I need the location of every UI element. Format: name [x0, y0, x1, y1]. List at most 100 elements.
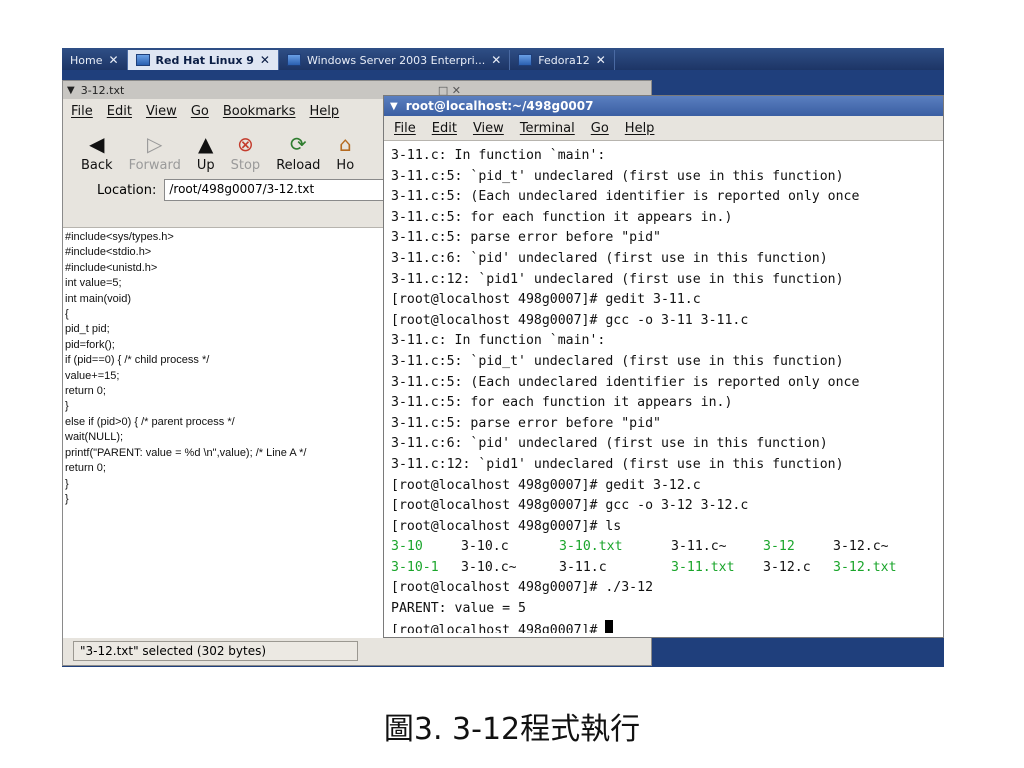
terminal-title: root@localhost:~/498g0007	[405, 99, 594, 113]
menu-edit[interactable]: Edit	[107, 104, 132, 119]
stop-icon: ⊗	[237, 132, 254, 156]
ls-output-row: 3-10 3-10.c 3-10.txt 3-11.c~ 3-12 3-12.c~	[391, 537, 939, 558]
up-button[interactable]: ▲ Up	[197, 134, 215, 173]
terminal-line: 3-11.c:12: `pid1' undeclared (first use …	[391, 271, 844, 287]
code-line: return 0;	[65, 385, 106, 398]
tab-home[interactable]: Home ✕	[62, 50, 128, 70]
menu-file[interactable]: File	[71, 104, 93, 119]
figure-caption: 圖3. 3-12程式執行	[383, 712, 641, 747]
home-button[interactable]: ⌂ Ho	[336, 134, 354, 173]
reload-icon: ⟳	[289, 132, 307, 156]
vm-tab-bar: Home ✕ Red Hat Linux 9 ✕ Windows Server …	[62, 48, 944, 70]
terminal-output[interactable]: 3-11.c: In function `main': 3-11.c:5: `pi…	[391, 146, 939, 633]
home-icon: ⌂	[338, 132, 352, 156]
terminal-prompt-line[interactable]: [root@localhost 498g0007]#	[391, 619, 939, 633]
close-tab-icon[interactable]: ✕	[108, 53, 118, 67]
ls-file-entry: 3-10.txt	[559, 539, 623, 555]
close-tab-icon[interactable]: ✕	[491, 53, 501, 67]
code-line: wait(NULL);	[65, 431, 124, 444]
up-arrow-icon: ▲	[198, 132, 214, 156]
ls-file-entry: 3-12.c~	[833, 539, 889, 555]
terminal-line: 3-11.c:6: `pid' undeclared (first use in…	[391, 250, 828, 266]
terminal-line: 3-11.c:6: `pid' undeclared (first use in…	[391, 436, 828, 452]
forward-button[interactable]: ▷ Forward	[129, 134, 181, 173]
terminal-window: ▼ root@localhost:~/498g0007 File Edit Vi…	[383, 95, 944, 638]
code-line: #include<stdio.h>	[65, 246, 152, 259]
location-input[interactable]: /root/498g0007/3-12.txt	[164, 179, 420, 201]
code-line: }	[65, 492, 69, 505]
terminal-line: 3-11.c:12: `pid1' undeclared (first use …	[391, 456, 844, 472]
code-line: pid_t pid;	[65, 323, 110, 336]
code-line: int value=5;	[65, 277, 122, 290]
terminal-line: 3-11.c:5: for each function it appears i…	[391, 209, 733, 225]
back-arrow-icon: ◀	[89, 132, 105, 156]
menu-view[interactable]: View	[473, 121, 504, 136]
tab-red-hat-linux-9[interactable]: Red Hat Linux 9 ✕	[127, 50, 279, 70]
code-line: }	[65, 400, 69, 413]
ls-file-entry: 3-10-1	[391, 559, 439, 575]
terminal-line: [root@localhost 498g0007]# gcc -o 3-12 3…	[391, 498, 749, 514]
code-line: else if (pid>0) { /* parent process */	[65, 415, 235, 428]
menu-help[interactable]: Help	[309, 104, 339, 119]
ls-file-entry: 3-10	[391, 539, 423, 555]
ls-file-entry: 3-11.c	[559, 559, 607, 575]
terminal-cursor	[605, 619, 614, 633]
terminal-titlebar[interactable]: ▼ root@localhost:~/498g0007	[384, 96, 943, 116]
terminal-line: PARENT: value = 5	[391, 601, 526, 617]
terminal-prompt: [root@localhost 498g0007]#	[391, 622, 606, 633]
terminal-line: 3-11.c: In function `main':	[391, 148, 606, 163]
code-line: return 0;	[65, 462, 106, 475]
menu-view[interactable]: View	[146, 104, 177, 119]
terminal-line: 3-11.c:5: (Each undeclared identifier is…	[391, 189, 860, 205]
terminal-line: [root@localhost 498g0007]# gcc -o 3-11 3…	[391, 312, 749, 328]
file-viewer-title: 3-12.txt	[80, 83, 125, 97]
code-line: #include<sys/types.h>	[65, 231, 174, 243]
terminal-menubar: File Edit View Terminal Go Help	[384, 116, 943, 141]
location-label: Location:	[97, 182, 157, 198]
ls-file-entry: 3-11.c~	[671, 539, 727, 555]
terminal-line: 3-11.c:5: for each function it appears i…	[391, 395, 733, 411]
back-button[interactable]: ◀ Back	[81, 134, 113, 173]
code-line: if (pid==0) { /* child process */	[65, 354, 210, 367]
code-text: #include<sys/types.h> #include<stdio.h> #i…	[65, 230, 306, 507]
forward-arrow-icon: ▷	[147, 132, 163, 156]
code-line: int main(void)	[65, 292, 132, 305]
tab-fedora12[interactable]: Fedora12 ✕	[510, 50, 615, 70]
vm-icon	[518, 54, 533, 66]
terminal-line: [root@localhost 498g0007]# ls	[391, 518, 622, 534]
window-menu-icon[interactable]: ▼	[390, 101, 398, 112]
status-text: "3-12.txt" selected (302 bytes)	[73, 641, 358, 661]
menu-file[interactable]: File	[394, 121, 416, 136]
menu-go[interactable]: Go	[191, 104, 209, 119]
menu-terminal[interactable]: Terminal	[520, 121, 575, 136]
menu-help[interactable]: Help	[625, 121, 655, 136]
stop-button[interactable]: ⊗ Stop	[231, 134, 261, 173]
code-line: printf("PARENT: value = %d \n",value); /…	[65, 446, 307, 459]
terminal-line: 3-11.c:5: (Each undeclared identifier is…	[391, 374, 860, 390]
ls-file-entry: 3-11.txt	[671, 559, 735, 575]
terminal-line: [root@localhost 498g0007]# gedit 3-11.c	[391, 292, 701, 308]
close-tab-icon[interactable]: ✕	[596, 53, 606, 67]
code-line: pid=fork();	[65, 338, 115, 351]
ls-file-entry: 3-10.c~	[461, 559, 517, 575]
code-line: value+=15;	[65, 369, 120, 382]
reload-button[interactable]: ⟳ Reload	[276, 134, 320, 173]
terminal-line: 3-11.c:5: parse error before "pid"	[391, 230, 661, 246]
vm-icon	[135, 54, 150, 66]
menu-bookmarks[interactable]: Bookmarks	[223, 104, 296, 119]
close-tab-icon[interactable]: ✕	[260, 53, 270, 67]
terminal-line: 3-11.c:5: `pid_t' undeclared (first use …	[391, 353, 844, 369]
menu-edit[interactable]: Edit	[432, 121, 457, 136]
tab-windows-server-2003[interactable]: Windows Server 2003 Enterpri... ✕	[279, 50, 511, 70]
window-menu-icon[interactable]: ▼	[67, 85, 75, 96]
terminal-line: [root@localhost 498g0007]# gedit 3-12.c	[391, 477, 701, 493]
ls-file-entry: 3-12	[763, 539, 795, 555]
terminal-line: 3-11.c:5: parse error before "pid"	[391, 415, 661, 431]
vm-icon	[286, 54, 301, 66]
status-bar: "3-12.txt" selected (302 bytes)	[63, 637, 651, 665]
ls-output-row: 3-10-1 3-10.c~ 3-11.c 3-11.txt 3-12.c 3-12.tx…	[391, 558, 939, 579]
ls-file-entry: 3-12.c	[763, 559, 811, 575]
menu-go[interactable]: Go	[591, 121, 609, 136]
ls-file-entry: 3-10.c	[461, 539, 509, 555]
terminal-line: 3-11.c:5: `pid_t' undeclared (first use …	[391, 168, 844, 184]
